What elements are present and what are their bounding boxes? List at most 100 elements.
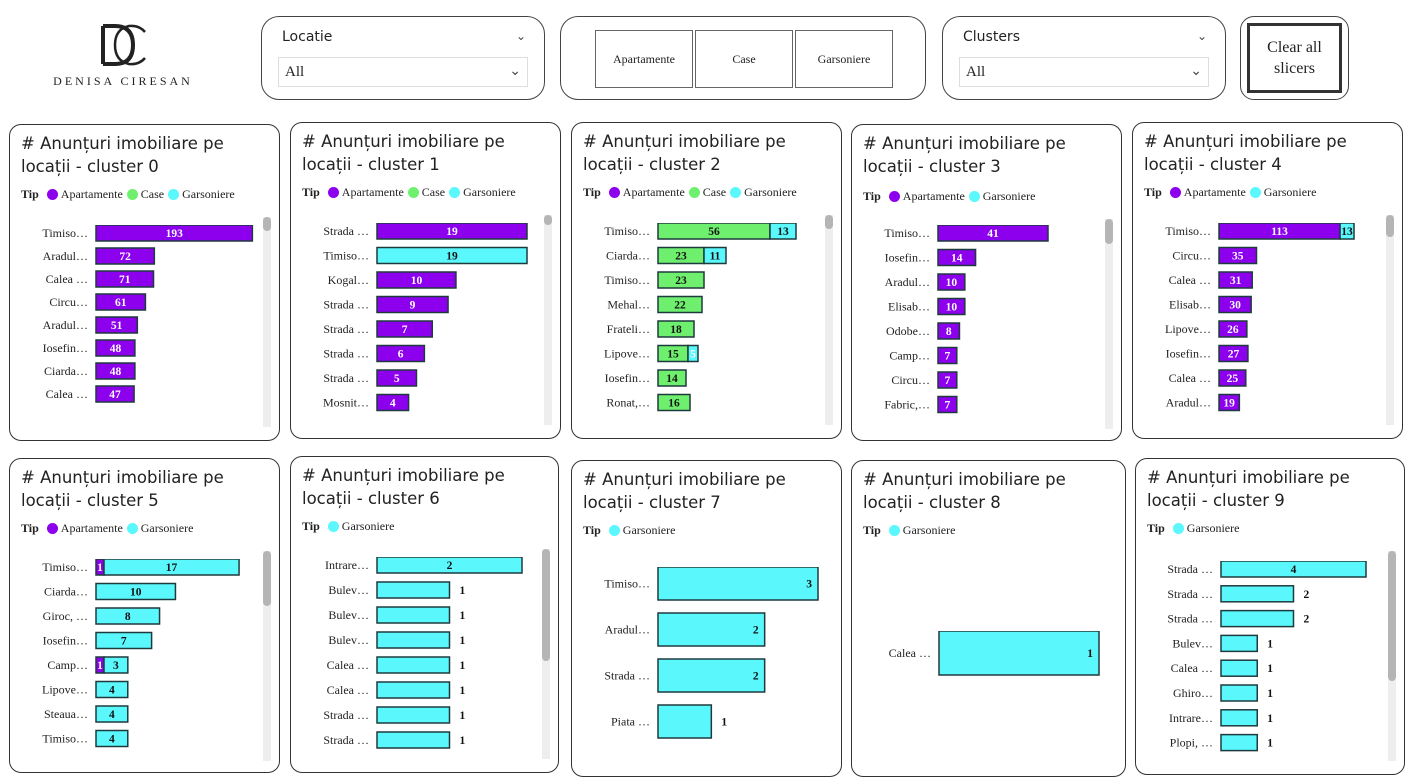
bar-garsoniere[interactable] bbox=[1220, 733, 1258, 752]
bar-garsoniere[interactable] bbox=[376, 731, 451, 749]
category-label: Strada … bbox=[323, 298, 369, 312]
scrollbar[interactable] bbox=[1105, 219, 1113, 429]
chart-title-line1: # Anunțuri imobiliare pe bbox=[863, 470, 1066, 489]
locatie-slicer[interactable]: Locatie ⌄ All ⌄ bbox=[261, 16, 545, 100]
bar-garsoniere[interactable] bbox=[376, 606, 451, 624]
bar-garsoniere[interactable] bbox=[1220, 609, 1295, 628]
clusters-slicer[interactable]: Clusters ⌄ All ⌄ bbox=[942, 16, 1226, 100]
data-label: 23 bbox=[675, 275, 687, 287]
scrollbar[interactable] bbox=[1388, 551, 1396, 761]
scrollbar[interactable] bbox=[1386, 215, 1394, 425]
bar-garsoniere[interactable] bbox=[1220, 684, 1258, 702]
legend-item-apartamente[interactable]: Apartamente bbox=[46, 521, 123, 536]
legend-item-case[interactable]: Case bbox=[688, 185, 726, 200]
legend-item-apartamente[interactable]: Apartamente bbox=[327, 185, 404, 200]
legend-item-garsoniere[interactable]: Garsoniere bbox=[168, 187, 235, 202]
scrollbar[interactable] bbox=[544, 215, 552, 425]
legend-item-apartamente[interactable]: Apartamente bbox=[46, 187, 123, 202]
legend-item-case[interactable]: Case bbox=[407, 185, 445, 200]
legend-item-garsoniere[interactable]: Garsoniere bbox=[730, 185, 797, 200]
chart-title-line2: locații - cluster 6 bbox=[302, 489, 440, 508]
category-label: Plopi, … bbox=[1170, 736, 1213, 750]
scrollbar[interactable] bbox=[263, 551, 271, 761]
scrollbar[interactable] bbox=[263, 217, 271, 427]
scrollbar[interactable] bbox=[825, 215, 833, 425]
legend-item-garsoniere[interactable]: Garsoniere bbox=[608, 523, 675, 538]
bar-garsoniere[interactable] bbox=[1220, 659, 1258, 677]
clear-slicers-button[interactable]: Clear all slicers bbox=[1240, 16, 1349, 100]
data-label: 10 bbox=[946, 302, 958, 314]
scrollbar-thumb[interactable] bbox=[263, 551, 271, 606]
legend-item-case[interactable]: Case bbox=[126, 187, 164, 202]
category-label: Strada … bbox=[604, 669, 650, 683]
bar-garsoniere[interactable] bbox=[376, 656, 451, 674]
chevron-down-icon[interactable]: ⌄ bbox=[516, 29, 526, 43]
bar-garsoniere[interactable] bbox=[1220, 585, 1295, 603]
data-label: 4 bbox=[109, 734, 115, 746]
locatie-dropdown[interactable]: All ⌄ bbox=[278, 57, 528, 87]
scrollbar-thumb[interactable] bbox=[1388, 551, 1396, 681]
clear-slicers-label[interactable]: Clear all slicers bbox=[1247, 23, 1342, 93]
legend-item-garsoniere[interactable]: Garsoniere bbox=[449, 185, 516, 200]
legend-label: Garsoniere bbox=[182, 187, 235, 201]
legend-item-garsoniere[interactable]: Garsoniere bbox=[1249, 185, 1316, 200]
bar-garsoniere[interactable] bbox=[376, 581, 451, 599]
cluster-7-chart-card: # Anunțuri imobiliare pe locații - cluste… bbox=[571, 460, 842, 777]
scrollbar-thumb[interactable] bbox=[263, 217, 271, 231]
tile-apartamente[interactable]: Apartamente bbox=[595, 30, 693, 88]
clusters-dropdown[interactable]: All ⌄ bbox=[959, 57, 1209, 87]
scrollbar-thumb[interactable] bbox=[1386, 215, 1394, 237]
bar-garsoniere[interactable] bbox=[376, 681, 451, 699]
scrollbar[interactable] bbox=[542, 549, 550, 759]
chart-title: # Anunțuri imobiliare pe locații - cluste… bbox=[302, 464, 548, 510]
scrollbar-thumb[interactable] bbox=[825, 215, 833, 229]
data-label: 13 bbox=[777, 226, 789, 238]
locatie-slicer-title: Locatie bbox=[282, 29, 333, 45]
data-label: 1 bbox=[1267, 738, 1273, 750]
chevron-down-icon[interactable]: ⌄ bbox=[1197, 29, 1207, 43]
legend-dot-icon bbox=[327, 187, 339, 198]
data-label: 7 bbox=[402, 324, 408, 336]
legend-item-apartamente[interactable]: Apartamente bbox=[608, 185, 685, 200]
category-label: Kogal… bbox=[328, 273, 369, 287]
bar-garsoniere[interactable] bbox=[657, 658, 766, 693]
bar-garsoniere[interactable] bbox=[1220, 709, 1258, 727]
bar-chart-plot: Timiso… 113 13 Circu… 35 Calea … 31 Elisab… 30 Li… bbox=[1165, 223, 1355, 412]
legend-title: Tip bbox=[583, 185, 601, 199]
legend-item-garsoniere[interactable]: Garsoniere bbox=[126, 521, 193, 536]
data-label: 27 bbox=[1228, 349, 1240, 361]
category-label: Aradul… bbox=[43, 249, 88, 263]
category-label: Strada … bbox=[323, 322, 369, 336]
legend-label: Garsoniere bbox=[1186, 521, 1240, 535]
legend-item-garsoniere[interactable]: Garsoniere bbox=[327, 519, 394, 534]
bar-garsoniere[interactable] bbox=[1220, 634, 1258, 653]
bar-garsoniere[interactable] bbox=[376, 631, 451, 649]
chart-title-line2: locații - cluster 1 bbox=[302, 155, 440, 174]
category-label: Timiso… bbox=[604, 577, 650, 591]
bar-garsoniere[interactable] bbox=[657, 567, 819, 601]
category-label: Calea … bbox=[1169, 371, 1211, 385]
data-label: 1 bbox=[1267, 688, 1273, 700]
tile-garsoniere[interactable]: Garsoniere bbox=[795, 30, 893, 88]
bar-garsoniere[interactable] bbox=[657, 612, 766, 647]
chart-legend: Tip Apartamente Garsoniere bbox=[21, 521, 197, 536]
legend-item-garsoniere[interactable]: Garsoniere bbox=[888, 523, 955, 538]
data-label: 9 bbox=[410, 300, 416, 312]
legend-item-garsoniere[interactable]: Garsoniere bbox=[968, 189, 1035, 204]
category-label: Timiso… bbox=[42, 560, 88, 574]
category-label: Iosefin… bbox=[43, 341, 88, 355]
data-label: 8 bbox=[946, 326, 952, 338]
cluster-3-chart-card: # Anunțuri imobiliare pe locații - cluste… bbox=[851, 124, 1122, 441]
legend-item-garsoniere[interactable]: Garsoniere bbox=[1172, 521, 1240, 536]
legend-item-apartamente[interactable]: Apartamente bbox=[888, 189, 965, 204]
scrollbar-thumb[interactable] bbox=[542, 549, 550, 661]
scrollbar-thumb[interactable] bbox=[1105, 219, 1113, 244]
category-label: Ciarda… bbox=[606, 249, 650, 263]
legend-item-apartamente[interactable]: Apartamente bbox=[1169, 185, 1246, 200]
bar-garsoniere[interactable] bbox=[938, 631, 1100, 676]
chart-title-line1: # Anunțuri imobiliare pe bbox=[1144, 132, 1347, 151]
tile-case[interactable]: Case bbox=[695, 30, 793, 88]
bar-garsoniere[interactable] bbox=[376, 706, 451, 724]
bar-garsoniere[interactable] bbox=[657, 704, 713, 739]
scrollbar-thumb[interactable] bbox=[544, 215, 552, 225]
